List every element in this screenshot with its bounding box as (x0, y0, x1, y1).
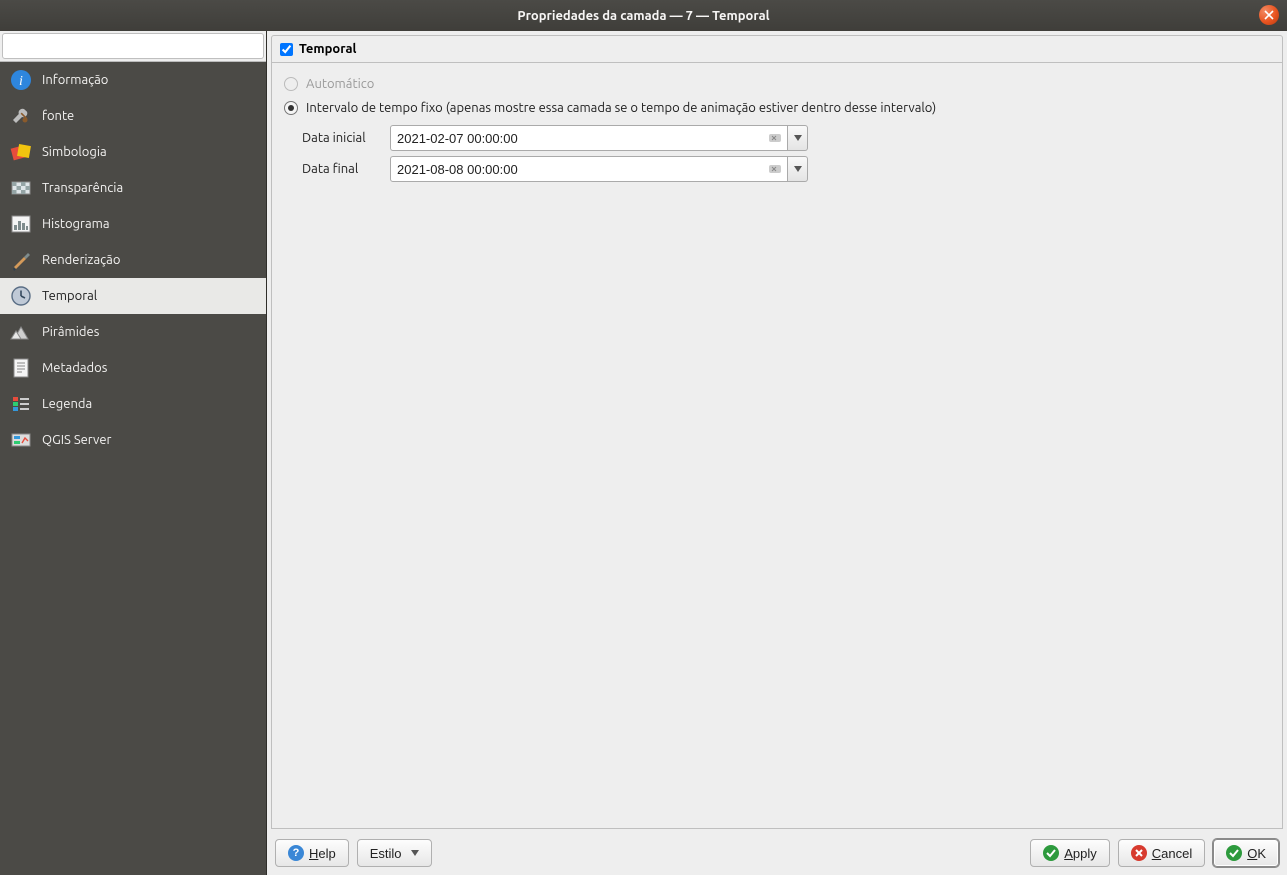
chevron-down-icon (794, 135, 802, 141)
fixed-range-form: Data inicial Data fin (302, 125, 1270, 182)
radio-automatic-row: Automático (284, 77, 1270, 91)
apply-button[interactable]: Apply (1030, 839, 1110, 867)
transparency-icon (10, 177, 32, 199)
help-icon: ? (288, 845, 304, 861)
start-date-row: Data inicial (302, 125, 1270, 151)
sidebar-nav-list: i Informação fonte Simbologia (0, 62, 266, 875)
check-icon (1043, 845, 1059, 861)
sidebar-item-metadados[interactable]: Metadados (0, 350, 266, 386)
chevron-down-icon (411, 849, 419, 857)
temporal-group-body: Automático Intervalo de tempo fixo (apen… (271, 63, 1283, 829)
clear-icon[interactable] (768, 162, 782, 176)
info-icon: i (10, 69, 32, 91)
apply-button-label: Apply (1064, 846, 1097, 861)
radio-fixed[interactable] (284, 101, 298, 115)
chevron-down-icon (794, 166, 802, 172)
radio-fixed-row[interactable]: Intervalo de tempo fixo (apenas mostre e… (284, 101, 1270, 115)
pyramids-icon (10, 321, 32, 343)
start-date-label: Data inicial (302, 131, 382, 145)
cancel-icon (1131, 845, 1147, 861)
sidebar-item-label: Informação (42, 73, 108, 87)
dialog-footer: ? Help Estilo Apply Cancel (267, 833, 1287, 875)
sidebar-item-piramides[interactable]: Pirâmides (0, 314, 266, 350)
sidebar-search-input[interactable] (2, 33, 264, 59)
sidebar-item-label: QGIS Server (42, 433, 111, 447)
sidebar-item-label: Histograma (42, 217, 110, 231)
sidebar-item-simbologia[interactable]: Simbologia (0, 134, 266, 170)
sidebar-item-temporal[interactable]: Temporal (0, 278, 266, 314)
sidebar-item-informacao[interactable]: i Informação (0, 62, 266, 98)
window-titlebar: Propriedades da camada — 7 — Temporal (0, 0, 1287, 31)
check-icon (1226, 845, 1242, 861)
document-icon (10, 357, 32, 379)
end-date-row: Data final (302, 156, 1270, 182)
sidebar-item-label: Legenda (42, 397, 92, 411)
temporal-enable-checkbox[interactable] (280, 43, 293, 56)
content-area: i Informação fonte Simbologia (0, 31, 1287, 875)
radio-fixed-label: Intervalo de tempo fixo (apenas mostre e… (306, 101, 936, 115)
ok-button[interactable]: OK (1213, 839, 1279, 867)
help-button-label: Help (309, 846, 336, 861)
radio-automatic-label: Automático (306, 77, 374, 91)
cancel-button-label: Cancel (1152, 846, 1192, 861)
paintbrush-icon (10, 249, 32, 271)
sidebar: i Informação fonte Simbologia (0, 31, 267, 875)
sidebar-item-label: Metadados (42, 361, 107, 375)
clear-icon[interactable] (768, 131, 782, 145)
server-icon (10, 429, 32, 451)
wrench-icon (10, 105, 32, 127)
start-date-dropdown[interactable] (788, 125, 808, 151)
sidebar-item-label: fonte (42, 109, 74, 123)
temporal-group-label: Temporal (299, 42, 356, 56)
end-date-label: Data final (302, 162, 382, 176)
help-button[interactable]: ? Help (275, 839, 349, 867)
sidebar-search-wrap (0, 31, 266, 62)
temporal-group-header[interactable]: Temporal (271, 35, 1283, 63)
clock-icon (10, 285, 32, 307)
sidebar-item-label: Transparência (42, 181, 123, 195)
sidebar-item-label: Simbologia (42, 145, 107, 159)
sidebar-item-renderizacao[interactable]: Renderização (0, 242, 266, 278)
radio-automatic (284, 77, 298, 91)
window-title: Propriedades da camada — 7 — Temporal (517, 9, 769, 23)
sidebar-item-label: Pirâmides (42, 325, 99, 339)
histogram-icon (10, 213, 32, 235)
window-close-button[interactable] (1259, 5, 1279, 25)
sidebar-item-legenda[interactable]: Legenda (0, 386, 266, 422)
start-date-input[interactable] (390, 125, 788, 151)
sidebar-item-fonte[interactable]: fonte (0, 98, 266, 134)
sidebar-item-qgisserver[interactable]: QGIS Server (0, 422, 266, 458)
end-date-dropdown[interactable] (788, 156, 808, 182)
sidebar-item-histograma[interactable]: Histograma (0, 206, 266, 242)
ok-button-label: OK (1247, 846, 1266, 861)
style-button-label: Estilo (370, 846, 402, 861)
main-panel: Temporal Automático Intervalo de tempo f… (267, 31, 1287, 875)
symbology-icon (10, 141, 32, 163)
svg-text:i: i (19, 74, 23, 89)
style-button[interactable]: Estilo (357, 839, 432, 867)
sidebar-item-label: Temporal (42, 289, 97, 303)
cancel-button[interactable]: Cancel (1118, 839, 1205, 867)
end-date-input[interactable] (390, 156, 788, 182)
sidebar-item-transparencia[interactable]: Transparência (0, 170, 266, 206)
sidebar-item-label: Renderização (42, 253, 120, 267)
close-icon (1264, 10, 1274, 20)
legend-icon (10, 393, 32, 415)
